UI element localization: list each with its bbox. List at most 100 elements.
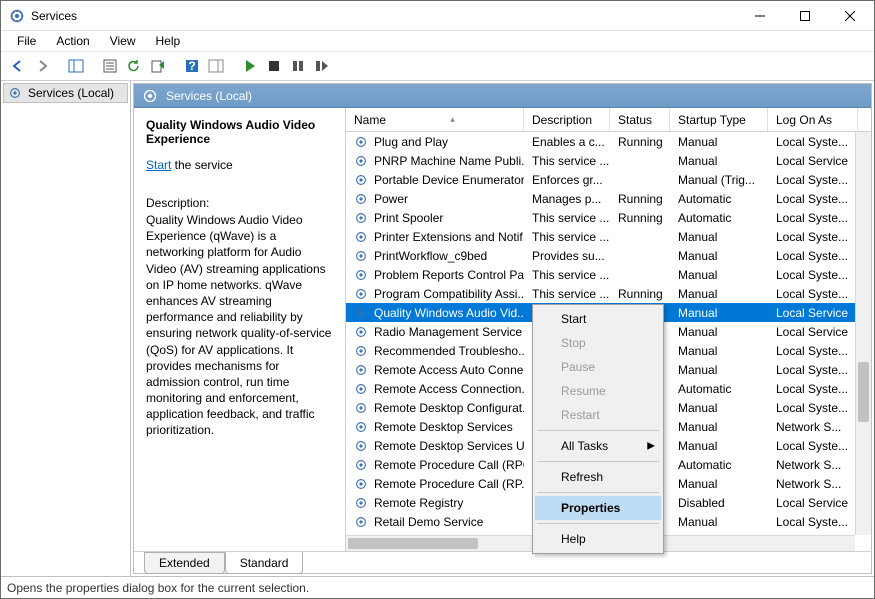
ctx-restart: Restart (535, 403, 661, 427)
service-logon: Local Syste... (768, 515, 858, 529)
export-button[interactable] (147, 55, 169, 77)
ctx-all-tasks[interactable]: All Tasks▶ (535, 434, 661, 458)
restart-service-button[interactable] (311, 55, 333, 77)
scrollbar-thumb[interactable] (348, 538, 478, 549)
service-name: Recommended Troublesho... (374, 344, 524, 358)
service-logon: Local Syste... (768, 439, 858, 453)
service-name: Power (374, 192, 408, 206)
service-name: Remote Desktop Services (374, 420, 513, 434)
window-buttons (737, 1, 872, 30)
tab-standard[interactable]: Standard (225, 552, 304, 574)
separator (537, 492, 659, 493)
service-logon: Local Syste... (768, 382, 858, 396)
service-logon: Local Syste... (768, 287, 858, 301)
service-logon: Local Service (768, 154, 858, 168)
service-startup: Manual (670, 420, 768, 434)
properties-button[interactable] (99, 55, 121, 77)
separator (537, 523, 659, 524)
col-name[interactable]: Name▴ (346, 108, 524, 131)
service-name: Remote Procedure Call (RPC) (374, 458, 524, 472)
service-desc: Manages p... (524, 192, 610, 206)
service-desc: This service ... (524, 230, 610, 244)
pause-service-button[interactable] (287, 55, 309, 77)
stop-service-button[interactable] (263, 55, 285, 77)
detail-pane: Quality Windows Audio Video Experience S… (134, 108, 346, 551)
tab-strip: Extended Standard (134, 551, 871, 573)
service-startup: Manual (670, 268, 768, 282)
service-name: Plug and Play (374, 135, 448, 149)
service-logon: Local Syste... (768, 211, 858, 225)
service-row[interactable]: Portable Device Enumerator...Enforces gr… (346, 170, 871, 189)
close-button[interactable] (827, 1, 872, 30)
service-startup: Manual (670, 249, 768, 263)
service-row[interactable]: Plug and PlayEnables a c...RunningManual… (346, 132, 871, 151)
services-icon (8, 86, 22, 100)
ctx-refresh[interactable]: Refresh (535, 465, 661, 489)
col-log-on-as[interactable]: Log On As (768, 108, 858, 131)
col-startup-type[interactable]: Startup Type (670, 108, 768, 131)
help-button[interactable]: ? (181, 55, 203, 77)
ctx-start[interactable]: Start (535, 307, 661, 331)
service-startup: Automatic (670, 382, 768, 396)
service-logon: Network S... (768, 458, 858, 472)
service-startup: Automatic (670, 211, 768, 225)
description-heading: Description: (146, 196, 333, 210)
gear-icon (354, 496, 368, 510)
maximize-button[interactable] (782, 1, 827, 30)
titlebar: Services (1, 1, 874, 31)
back-button[interactable] (7, 55, 29, 77)
content-body: Quality Windows Audio Video Experience S… (134, 108, 871, 551)
window-title: Services (31, 9, 737, 23)
service-row[interactable]: Power Manages p...RunningAutomaticLocal S… (346, 189, 871, 208)
service-row[interactable]: Printer Extensions and Notif...This serv… (346, 227, 871, 246)
service-row[interactable]: PNRP Machine Name Publi...This service .… (346, 151, 871, 170)
service-status: Running (610, 192, 670, 206)
service-name: Remote Access Auto Conne... (374, 363, 524, 377)
service-logon: Local Syste... (768, 192, 858, 206)
tab-extended[interactable]: Extended (144, 552, 225, 574)
menubar: File Action View Help (1, 31, 874, 51)
ctx-resume: Resume (535, 379, 661, 403)
vertical-scrollbar[interactable] (855, 132, 871, 535)
service-startup: Disabled (670, 496, 768, 510)
start-service-button[interactable] (239, 55, 261, 77)
ctx-properties[interactable]: Properties (535, 496, 661, 520)
refresh-button[interactable] (123, 55, 145, 77)
gear-icon (354, 173, 368, 187)
ctx-stop: Stop (535, 331, 661, 355)
action-pane-button[interactable] (205, 55, 227, 77)
gear-icon (354, 211, 368, 225)
status-text: Opens the properties dialog box for the … (7, 581, 309, 595)
start-service-suffix: the service (171, 158, 232, 172)
service-row[interactable]: Program Compatibility Assi...This servic… (346, 284, 871, 303)
service-name: Remote Access Connection... (374, 382, 524, 396)
service-startup: Automatic (670, 192, 768, 206)
col-description[interactable]: Description (524, 108, 610, 131)
content-pane: Services (Local) Quality Windows Audio V… (133, 83, 872, 574)
show-hide-tree-button[interactable] (65, 55, 87, 77)
minimize-button[interactable] (737, 1, 782, 30)
service-logon: Local Syste... (768, 344, 858, 358)
col-status[interactable]: Status (610, 108, 670, 131)
gear-icon (354, 192, 368, 206)
menu-help[interactable]: Help (148, 32, 189, 50)
service-row[interactable]: PrintWorkflow_c9bedProvides su...ManualL… (346, 246, 871, 265)
forward-button[interactable] (31, 55, 53, 77)
service-startup: Manual (670, 439, 768, 453)
service-logon: Local Syste... (768, 363, 858, 377)
menu-action[interactable]: Action (48, 32, 97, 50)
services-icon (142, 88, 158, 104)
service-row[interactable]: Problem Reports Control Pa...This servic… (346, 265, 871, 284)
scrollbar-thumb[interactable] (858, 362, 869, 422)
gear-icon (354, 230, 368, 244)
ctx-help[interactable]: Help (535, 527, 661, 551)
service-row[interactable]: Print SpoolerThis service ...RunningAuto… (346, 208, 871, 227)
body: Services (Local) Services (Local) Qualit… (1, 81, 874, 576)
service-desc: This service ... (524, 287, 610, 301)
service-startup: Manual (Trig... (670, 173, 768, 187)
tree-root-services[interactable]: Services (Local) (3, 83, 128, 103)
menu-file[interactable]: File (9, 32, 44, 50)
context-menu: Start Stop Pause Resume Restart All Task… (532, 304, 664, 554)
menu-view[interactable]: View (102, 32, 144, 50)
start-service-link[interactable]: Start (146, 158, 171, 172)
